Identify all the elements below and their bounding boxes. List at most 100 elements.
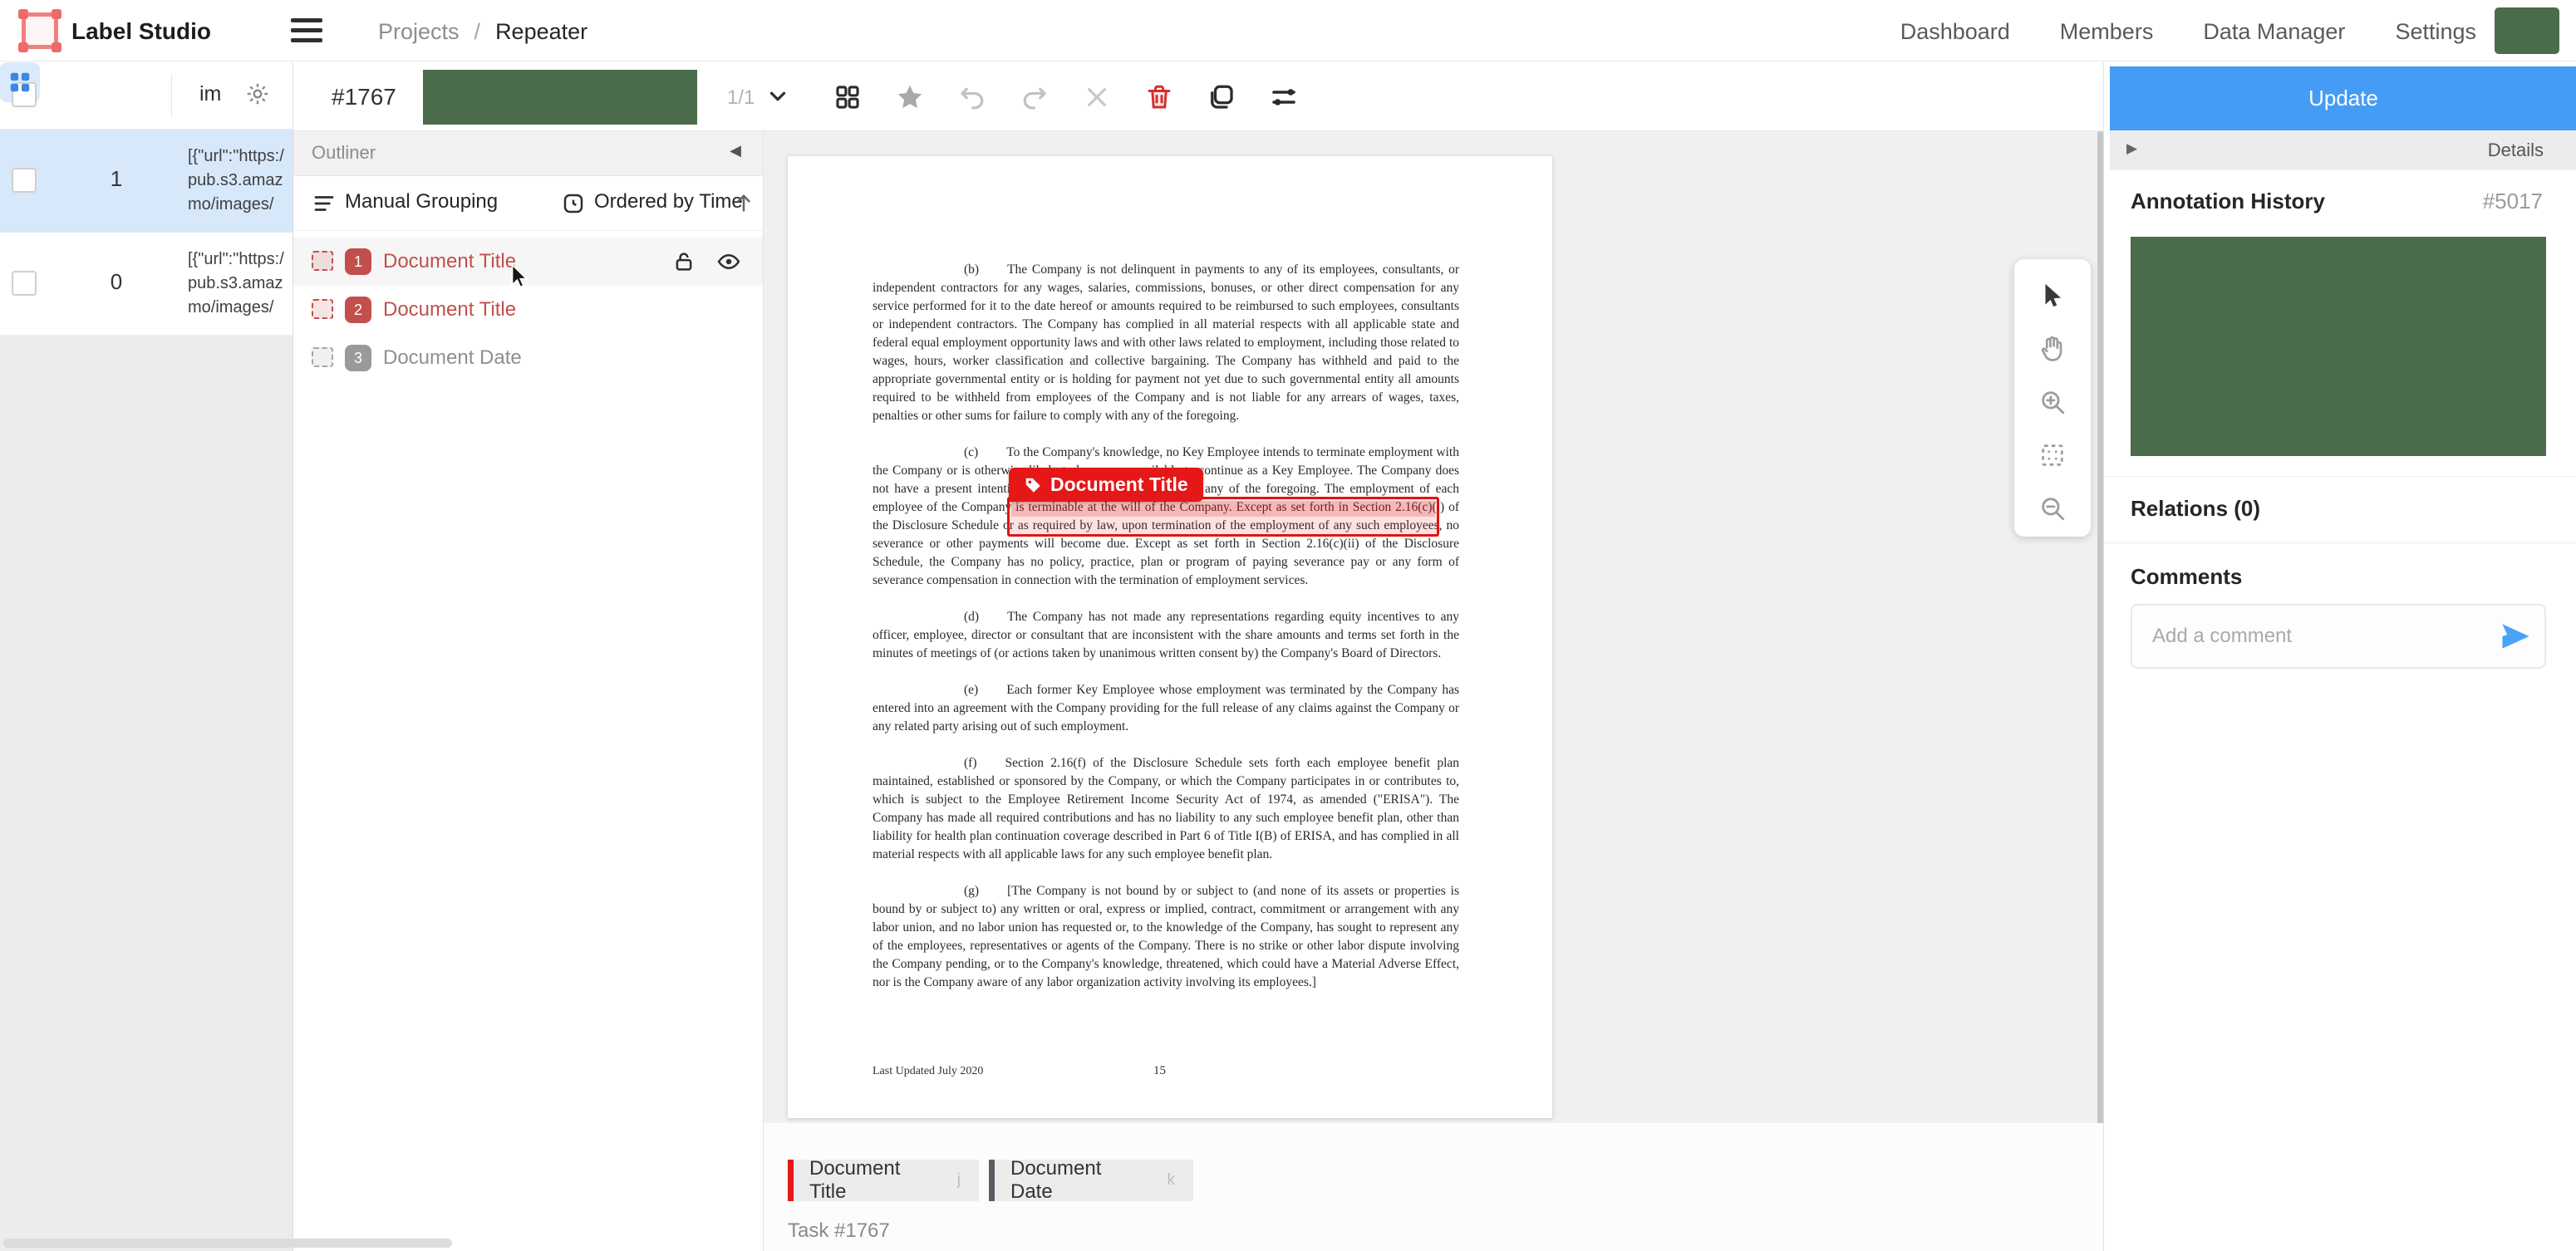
annotation-count: 1 [98, 166, 135, 192]
relations-section-title: Relations (0) [2131, 496, 2260, 522]
toolbar-actions [829, 79, 1302, 115]
collapse-panel-icon[interactable]: ◀ [730, 142, 741, 159]
details-sidebar: Update ▶ Details Annotation History #501… [2103, 62, 2576, 1251]
divider [2104, 476, 2576, 477]
region-index-badge: 3 [345, 345, 371, 371]
task-row[interactable]: 0 [{"url":"https:/ pub.s3.amaz mo/images… [0, 233, 293, 336]
label-hotkey: k [1168, 1171, 1176, 1190]
task-table-panel: im 1 [{"url":"https:/ pub.s3.amaz mo/ima… [0, 62, 293, 1251]
details-title: Details [2488, 140, 2544, 161]
view-all-grid-icon[interactable] [829, 79, 866, 115]
expand-panel-icon[interactable]: ▶ [2126, 140, 2137, 157]
label-studio-app: Label Studio Projects / Repeater Dashboard… [0, 0, 2576, 1251]
zoom-out-icon[interactable] [2034, 490, 2071, 527]
region-index-badge: 1 [345, 248, 371, 275]
labels-bar: Document Title j Document Date k Task #1… [764, 1123, 2103, 1251]
duplicate-annotation-icon[interactable] [1203, 79, 1240, 115]
chevron-down-icon[interactable] [765, 84, 790, 109]
eye-visibility-icon[interactable] [716, 249, 741, 274]
label-button-document-date[interactable]: Document Date k [989, 1160, 1193, 1201]
details-header-bar: ▶ Details [2110, 130, 2576, 170]
outliner-panel: Outliner ◀ Manual Grouping Ordered by Ti… [293, 131, 764, 1251]
region-index-badge: 2 [345, 297, 371, 323]
grouping-list-icon [312, 191, 337, 216]
region-item-document-title-1[interactable]: 1 Document Title [293, 238, 763, 286]
document-image[interactable]: (b)The Company is not delinquent in paym… [788, 156, 1552, 1118]
label-text: Document Date [1010, 1157, 1146, 1204]
column-header-image[interactable]: im [199, 82, 221, 106]
annotation-history-title: Annotation History [2131, 189, 2325, 214]
breadcrumb-current-project: Repeater [495, 19, 587, 44]
outliner-controls: Manual Grouping Ordered by Time [293, 176, 763, 231]
fit-screen-icon[interactable] [2034, 437, 2071, 473]
document-footer-note: Last Updated July 2020 [873, 1065, 983, 1078]
region-row-actions [671, 249, 741, 274]
update-button[interactable]: Update [2110, 66, 2576, 130]
nav-data-manager[interactable]: Data Manager [2203, 19, 2345, 45]
comment-input[interactable] [2152, 606, 2485, 667]
breadcrumb-separator: / [474, 19, 481, 44]
region-label[interactable]: Document Date [383, 346, 522, 370]
nav-members[interactable]: Members [2060, 19, 2154, 45]
horizontal-scrollbar[interactable] [3, 1239, 452, 1248]
column-settings-gear-icon[interactable] [244, 81, 271, 107]
zoom-in-icon[interactable] [2034, 384, 2071, 420]
selected-region-bounding-box[interactable] [1007, 497, 1439, 537]
annotation-count: 0 [98, 269, 135, 295]
region-label[interactable]: Document Title [383, 250, 516, 273]
top-navbar: Label Studio Projects / Repeater Dashboard… [0, 0, 2576, 61]
breadcrumb-projects[interactable]: Projects [378, 19, 460, 44]
nav-dashboard[interactable]: Dashboard [1900, 19, 2010, 45]
tag-icon [1024, 476, 1042, 494]
delete-annotation-trash-icon[interactable] [1141, 79, 1177, 115]
user-avatar[interactable] [2495, 7, 2559, 54]
divider [2104, 542, 2576, 543]
task-footer-id: Task #1767 [788, 1219, 890, 1243]
grouping-selector[interactable]: Manual Grouping [345, 190, 498, 213]
ground-truth-star-icon[interactable] [892, 79, 928, 115]
outliner-title: Outliner [312, 142, 376, 164]
reset-close-icon[interactable] [1079, 79, 1115, 115]
region-item-document-date[interactable]: 3 Document Date [293, 334, 763, 382]
settings-sliders-icon[interactable] [1266, 79, 1302, 115]
task-row-selected[interactable]: 1 [{"url":"https:/ pub.s3.amaz mo/images… [0, 130, 293, 233]
header-divider [171, 74, 172, 117]
region-item-document-title-2[interactable]: 2 Document Title [293, 286, 763, 334]
pointer-tool-icon[interactable] [2034, 277, 2071, 314]
redo-icon[interactable] [1016, 79, 1053, 115]
region-shape-icon [312, 347, 333, 367]
document-page-number: 15 [1153, 1064, 1166, 1078]
comment-input-wrapper [2131, 604, 2546, 669]
breadcrumb: Projects / Repeater [378, 19, 587, 45]
region-tag-label: Document Title [1050, 473, 1188, 496]
row-checkbox[interactable] [12, 271, 37, 296]
label-button-document-title[interactable]: Document Title j [788, 1160, 979, 1201]
region-label-tag[interactable]: Document Title [1009, 468, 1203, 502]
ordering-selector[interactable]: Ordered by Time [594, 190, 743, 213]
undo-icon[interactable] [954, 79, 991, 115]
row-checkbox[interactable] [12, 168, 37, 193]
label-studio-logo-icon[interactable] [22, 12, 58, 49]
task-data-preview: [{"url":"https:/ pub.s3.amaz mo/images/ [188, 145, 293, 217]
nav-settings[interactable]: Settings [2395, 19, 2476, 45]
label-hotkey: j [957, 1171, 961, 1190]
sort-direction-arrow-up-icon[interactable] [732, 191, 755, 214]
task-data-preview: [{"url":"https:/ pub.s3.amaz mo/images/ [188, 248, 293, 320]
region-label[interactable]: Document Title [383, 298, 516, 321]
annotation-id: #5017 [2483, 189, 2543, 214]
hamburger-menu-icon[interactable] [291, 17, 324, 45]
pan-hand-tool-icon[interactable] [2034, 331, 2071, 367]
annotation-pager: 1/1 [727, 86, 755, 110]
canvas-tool-palette [2014, 259, 2091, 537]
app-title: Label Studio [71, 18, 211, 45]
lock-icon[interactable] [671, 249, 696, 274]
canvas-vertical-scrollbar[interactable] [2097, 131, 2103, 1251]
comments-section-title: Comments [2131, 564, 2242, 590]
top-nav-links: Dashboard Members Data Manager Settings [1900, 19, 2476, 45]
region-shape-icon [312, 299, 333, 319]
document-text: (b)The Company is not delinquent in paym… [873, 261, 1459, 1010]
task-id-label: #1767 [332, 84, 396, 110]
time-icon [561, 191, 586, 216]
send-comment-icon[interactable] [2500, 621, 2531, 652]
label-color-bar [788, 1160, 794, 1201]
